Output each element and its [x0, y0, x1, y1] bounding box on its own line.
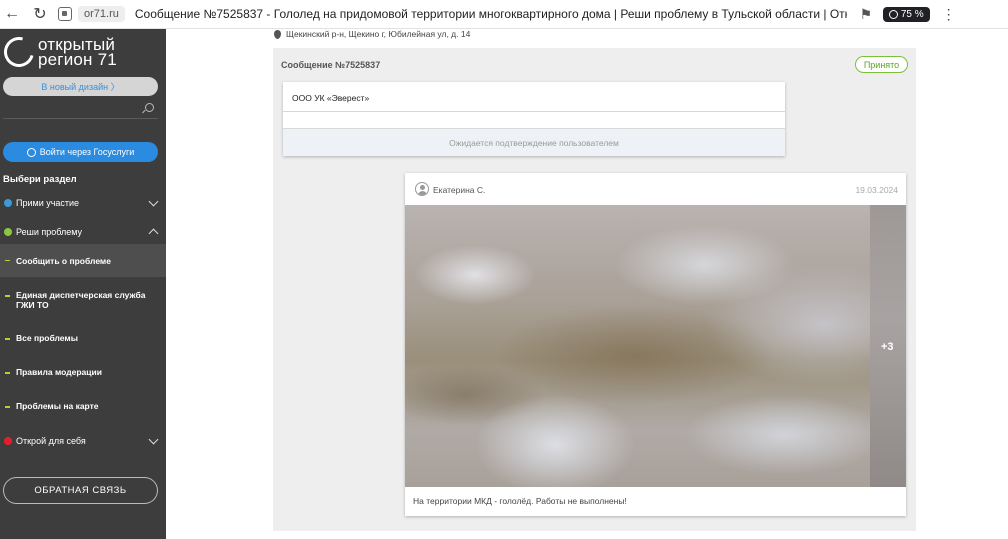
menu-item-label: Прими участие — [16, 198, 80, 208]
blue-dot-icon — [4, 199, 12, 207]
subitem-dispatch-service[interactable]: Единая диспетчерская служба ГЖИ ТО — [0, 290, 166, 310]
address-line: Щекинский р-н, Щекино г, Юбилейная ул, д… — [274, 29, 470, 39]
dash-icon — [5, 372, 10, 374]
gosuslugi-icon — [26, 147, 36, 157]
red-dot-icon — [4, 437, 12, 445]
new-design-button[interactable]: В новый дизайн 〉 — [3, 77, 158, 96]
bookmark-icon[interactable]: ⚑ — [857, 6, 875, 23]
user-avatar-icon — [415, 182, 429, 196]
dash-icon — [5, 338, 10, 340]
dash-icon — [5, 259, 10, 262]
address-text: Щекинский р-н, Щекино г, Юбилейная ул, д… — [286, 29, 471, 39]
user-comment-card: Екатерина С. 19.03.2024 +3 На территории… — [405, 173, 906, 516]
section-title: Выбери раздел — [3, 174, 77, 185]
awaiting-confirmation-status: Ожидается подтверждение пользователем — [283, 129, 785, 156]
chevron-down-icon — [148, 196, 159, 207]
more-menu-icon[interactable]: ⋮ — [942, 6, 956, 23]
logo-ring-icon — [0, 31, 40, 73]
green-dot-icon — [4, 228, 12, 236]
photo-gallery[interactable]: +3 — [405, 205, 906, 487]
back-icon[interactable]: ← — [0, 2, 24, 26]
ice-photo[interactable] — [405, 205, 870, 487]
menu-item-label: Открой для себя — [16, 436, 86, 446]
organization-response-box: ООО УК «Эверест» Ожидается подтверждение… — [283, 82, 785, 156]
browser-toolbar: ← ↻ or71.ru Сообщение №7525837 - Гололед… — [0, 0, 1008, 29]
subitem-label: Единая диспетчерская служба ГЖИ ТО — [16, 290, 146, 310]
site-logo[interactable]: открытый регион 71 — [0, 31, 117, 73]
message-number: Сообщение №7525837 — [281, 60, 381, 70]
search-icon[interactable] — [145, 103, 154, 112]
location-pin-icon — [274, 29, 281, 39]
reload-icon[interactable]: ↻ — [28, 2, 52, 26]
comment-date: 19.03.2024 — [855, 185, 898, 195]
logo-line-2: регион 71 — [38, 50, 117, 69]
address-bar-domain[interactable]: or71.ru — [78, 6, 125, 22]
status-badge: Принято — [855, 56, 908, 73]
subitem-report-problem[interactable]: Сообщить о проблеме — [0, 244, 166, 277]
subitem-moderation-rules[interactable]: Правила модерации — [0, 367, 166, 377]
dash-icon — [5, 406, 10, 408]
chevron-down-icon — [148, 434, 159, 445]
zoom-level: 75 % — [900, 8, 924, 20]
menu-item-discover[interactable]: Открой для себя — [0, 427, 166, 455]
subitem-label: Проблемы на карте — [16, 401, 99, 411]
menu-item-label: Реши проблему — [16, 227, 83, 237]
comment-author: Екатерина С. — [433, 185, 486, 195]
subitem-label: Все проблемы — [16, 333, 78, 343]
menu-item-participate[interactable]: Прими участие — [0, 189, 166, 217]
feedback-button[interactable]: ОБРАТНАЯ СВЯЗЬ — [3, 477, 158, 504]
organization-name: ООО УК «Эверест» — [292, 93, 370, 103]
menu-item-solve-problem[interactable]: Реши проблему — [0, 218, 166, 246]
gosuslugi-login-button[interactable]: Войти через Госуслуги — [3, 142, 158, 162]
zoom-indicator[interactable]: 75 % — [882, 6, 930, 22]
gosuslugi-label: Войти через Госуслуги — [39, 147, 135, 157]
subitem-label: Сообщить о проблеме — [16, 255, 111, 266]
search-input[interactable] — [3, 118, 158, 119]
dash-icon — [5, 295, 10, 297]
divider — [283, 111, 785, 112]
subitem-label: Правила модерации — [16, 367, 102, 377]
zoom-icon — [888, 9, 898, 19]
more-photos-count[interactable]: +3 — [881, 341, 894, 353]
subitem-problems-map[interactable]: Проблемы на карте — [0, 401, 166, 411]
subitem-all-problems[interactable]: Все проблемы — [0, 333, 166, 343]
comment-text: На территории МКД - гололёд. Работы не в… — [413, 496, 627, 506]
site-info-icon[interactable] — [58, 7, 72, 21]
chevron-up-icon — [148, 228, 159, 239]
sidebar: открытый регион 71 В новый дизайн 〉 Войт… — [0, 29, 166, 539]
page-title-in-address-bar[interactable]: Сообщение №7525837 - Гололед на придомов… — [135, 7, 847, 21]
